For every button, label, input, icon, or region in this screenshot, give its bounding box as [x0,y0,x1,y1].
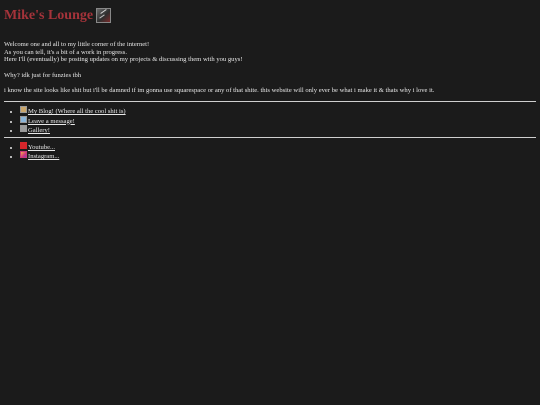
nav-item-message: Leave a message! [20,115,536,126]
gallery-link[interactable]: Gallery! [20,125,50,135]
nav-item-blog: My Blog! (Where all the cool shit is) [20,105,536,116]
blog-icon [20,105,27,113]
page: Mike's Lounge Welcome one and all to my … [0,0,540,161]
disclaimer-text: i know the site looks like shit but i'll… [4,87,435,95]
nav-item-gallery: Gallery! [20,125,536,135]
blog-link-label: My Blog! (Where all the cool shit is) [28,107,126,115]
social-item-youtube: Youtube... [20,141,536,152]
intro: Welcome one and all to my little corner … [4,41,536,64]
instagram-link[interactable]: Instagram... [20,151,60,161]
logo-image [96,8,112,23]
nav-list: My Blog! (Where all the cool shit is) Le… [4,105,536,135]
social-item-instagram: Instagram... [20,151,536,161]
youtube-link[interactable]: Youtube... [20,141,55,151]
message-icon [20,115,27,123]
youtube-icon [20,141,27,149]
instagram-link-label: Instagram... [28,153,60,161]
intro-line: Welcome one and all to my little corner … [4,41,150,48]
intro-line: Here I'll (eventually) be posting update… [4,56,243,64]
header: Mike's Lounge [4,6,536,28]
blog-link[interactable]: My Blog! (Where all the cool shit is) [20,105,126,115]
site-title: Mike's Lounge [4,8,94,23]
instagram-icon [20,151,27,159]
gallery-icon [20,125,27,133]
why-text: Why? idk just for funzies tbh [4,71,82,79]
youtube-link-label: Youtube... [28,143,55,151]
message-link-label: Leave a message! [28,117,75,125]
intro-line: As you can tell, it's a bit of a work in… [4,48,127,56]
divider [4,136,536,138]
social-list: Youtube... Instagram... [4,141,536,161]
gallery-link-label: Gallery! [28,127,50,135]
divider [4,100,536,102]
message-link[interactable]: Leave a message! [20,115,75,125]
